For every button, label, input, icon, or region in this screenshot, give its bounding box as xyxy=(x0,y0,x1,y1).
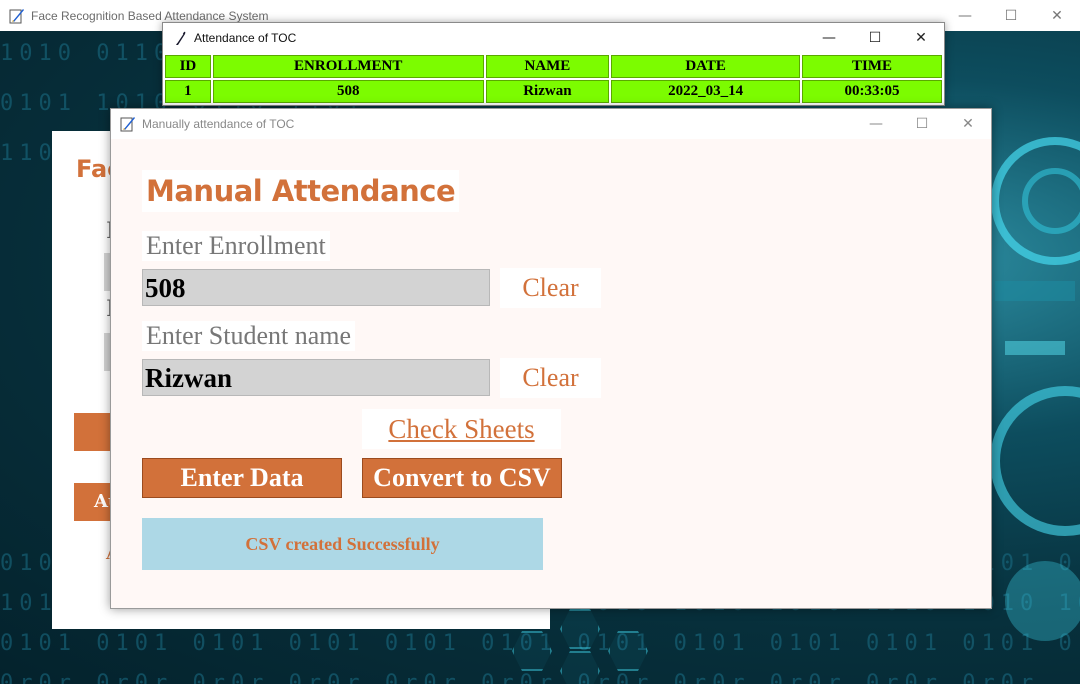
cell-name: Rizwan xyxy=(485,80,610,103)
attendance-window-title: Attendance of TOC xyxy=(194,31,297,45)
header-name: NAME xyxy=(485,55,610,78)
feather-pen-icon xyxy=(9,8,24,23)
feather-icon xyxy=(176,31,186,45)
minimize-icon: — xyxy=(822,30,836,46)
status-message: CSV created Successfully xyxy=(142,518,543,570)
attendance-minimize-button[interactable]: — xyxy=(806,23,852,53)
cell-time: 00:33:05 xyxy=(802,80,942,103)
manual-attendance-window: Manually attendance of TOC — ☐ ✕ Manual … xyxy=(110,108,992,609)
manual-window-title: Manually attendance of TOC xyxy=(142,117,295,131)
maximize-icon: ☐ xyxy=(868,30,882,46)
robot-gears-graphic xyxy=(990,137,1080,641)
header-date: DATE xyxy=(611,55,801,78)
manual-maximize-button[interactable]: ☐ xyxy=(899,109,945,139)
clear-name-button[interactable]: Clear xyxy=(500,358,601,398)
close-icon: ✕ xyxy=(962,116,974,132)
maximize-button[interactable]: ☐ xyxy=(988,0,1034,31)
minimize-button[interactable]: — xyxy=(942,0,988,31)
enrollment-label: Enter Enrollment xyxy=(142,231,330,261)
attendance-header-row: ID ENROLLMENT NAME DATE TIME xyxy=(165,55,942,78)
maximize-icon: ☐ xyxy=(915,116,929,132)
student-name-input[interactable]: Rizwan xyxy=(142,359,490,396)
table-row: 1 508 Rizwan 2022_03_14 00:33:05 xyxy=(165,80,942,103)
attendance-window: Attendance of TOC — ☐ ✕ ID ENROLLMENT NA… xyxy=(162,22,945,106)
header-id: ID xyxy=(165,55,211,78)
close-icon: ✕ xyxy=(1051,7,1063,24)
attendance-table: ID ENROLLMENT NAME DATE TIME 1 508 Rizwa… xyxy=(163,53,944,105)
main-window-title: Face Recognition Based Attendance System xyxy=(31,8,269,23)
check-sheets-button[interactable]: Check Sheets xyxy=(362,409,561,449)
header-enrollment: ENROLLMENT xyxy=(212,55,484,78)
cell-enrollment: 508 xyxy=(212,80,484,103)
convert-to-csv-button[interactable]: Convert to CSV xyxy=(362,458,562,498)
feather-pen-icon xyxy=(120,117,135,132)
minimize-icon: — xyxy=(869,116,883,132)
manual-minimize-button[interactable]: — xyxy=(853,109,899,139)
minimize-icon: — xyxy=(958,7,972,24)
cell-id: 1 xyxy=(165,80,211,103)
student-name-label: Enter Student name xyxy=(142,321,356,351)
page-title: Manual Attendance xyxy=(142,170,460,212)
attendance-close-button[interactable]: ✕ xyxy=(898,23,944,53)
enrollment-input[interactable]: 508 xyxy=(142,269,490,306)
close-icon: ✕ xyxy=(915,30,927,46)
close-button[interactable]: ✕ xyxy=(1034,0,1080,31)
attendance-titlebar[interactable]: Attendance of TOC — ☐ ✕ xyxy=(163,23,944,53)
enter-data-button[interactable]: Enter Data xyxy=(142,458,342,498)
manual-titlebar[interactable]: Manually attendance of TOC — ☐ ✕ xyxy=(111,109,991,139)
cell-date: 2022_03_14 xyxy=(611,80,801,103)
header-time: TIME xyxy=(802,55,942,78)
manual-close-button[interactable]: ✕ xyxy=(945,109,991,139)
attendance-maximize-button[interactable]: ☐ xyxy=(852,23,898,53)
maximize-icon: ☐ xyxy=(1004,7,1018,24)
clear-enrollment-button[interactable]: Clear xyxy=(500,268,601,308)
